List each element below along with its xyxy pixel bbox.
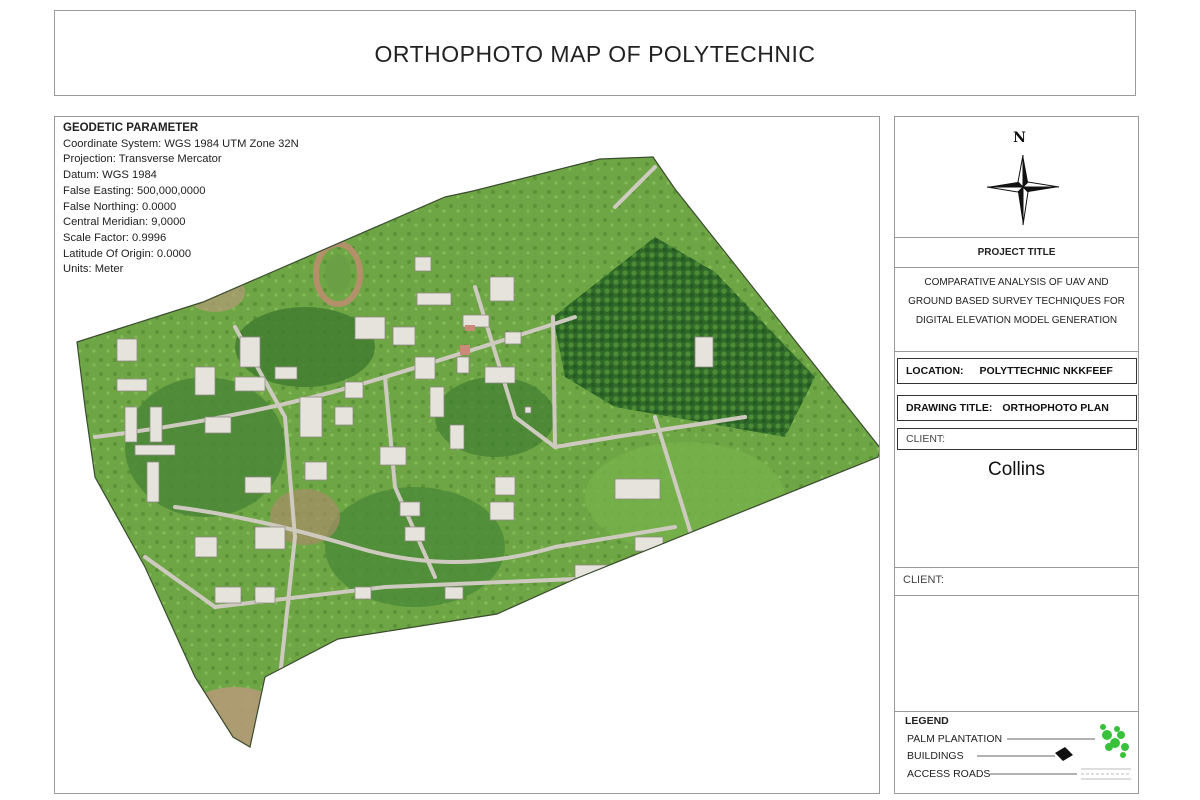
geodetic-heading: GEODETIC PARAMETER <box>63 122 199 134</box>
location-label: LOCATION: <box>906 365 964 377</box>
building-icon <box>1055 747 1073 761</box>
north-arrow-icon <box>986 154 1060 226</box>
palm-plantation-icon <box>1100 724 1129 758</box>
legend-symbols <box>977 724 1131 780</box>
title-block-panel: N PROJECT TITLE COMPARATIVE ANALYSIS OF … <box>894 116 1139 794</box>
client-label-secondary: CLIENT: <box>903 574 944 586</box>
access-road-icon <box>1081 768 1131 780</box>
geodetic-line: Central Meridian: 9,0000 <box>63 216 186 229</box>
geodetic-line: Projection: Transverse Mercator <box>63 153 222 166</box>
project-title-heading: PROJECT TITLE <box>977 247 1056 258</box>
geodetic-line: False Easting: 500,000,0000 <box>63 184 206 197</box>
geodetic-line: Units: Meter <box>63 263 124 276</box>
geodetic-line: Datum: WGS 1984 <box>63 169 157 182</box>
drawing-title-value: ORTHOPHOTO PLAN <box>1002 402 1109 414</box>
title-box: ORTHOPHOTO MAP OF POLYTECHNIC <box>54 10 1136 96</box>
geodetic-line: Scale Factor: 0.9996 <box>63 231 167 244</box>
project-title-line: GROUND BASED SURVEY TECHNIQUES FOR <box>908 296 1125 307</box>
geodetic-line: False Northing: 0.0000 <box>63 200 177 213</box>
geodetic-line: Latitude Of Origin: 0.0000 <box>63 247 192 260</box>
drawing-title-label: DRAWING TITLE: <box>906 402 993 414</box>
north-label: N <box>1013 130 1026 146</box>
client-name: Collins <box>987 459 1046 480</box>
location-box: LOCATION: POLYTTECHNIC NKKFEEF <box>897 358 1137 384</box>
location-value: POLYTTECHNIC NKKFEEF <box>979 365 1113 377</box>
project-title-line: COMPARATIVE ANALYSIS OF UAV AND <box>924 277 1109 288</box>
project-title-line: DIGITAL ELEVATION MODEL GENERATION <box>915 315 1118 326</box>
map-title: ORTHOPHOTO MAP OF POLYTECHNIC <box>374 41 816 67</box>
geodetic-line: Coordinate System: WGS 1984 UTM Zone 32N <box>63 137 299 150</box>
client-label: CLIENT: <box>906 433 946 445</box>
map-frame: GEODETIC PARAMETER Coordinate System: WG… <box>54 116 880 794</box>
drawing-title-box: DRAWING TITLE: ORTHOPHOTO PLAN <box>897 395 1137 421</box>
geodetic-parameters: GEODETIC PARAMETER Coordinate System: WG… <box>63 121 299 278</box>
client-box: CLIENT: <box>897 428 1137 450</box>
